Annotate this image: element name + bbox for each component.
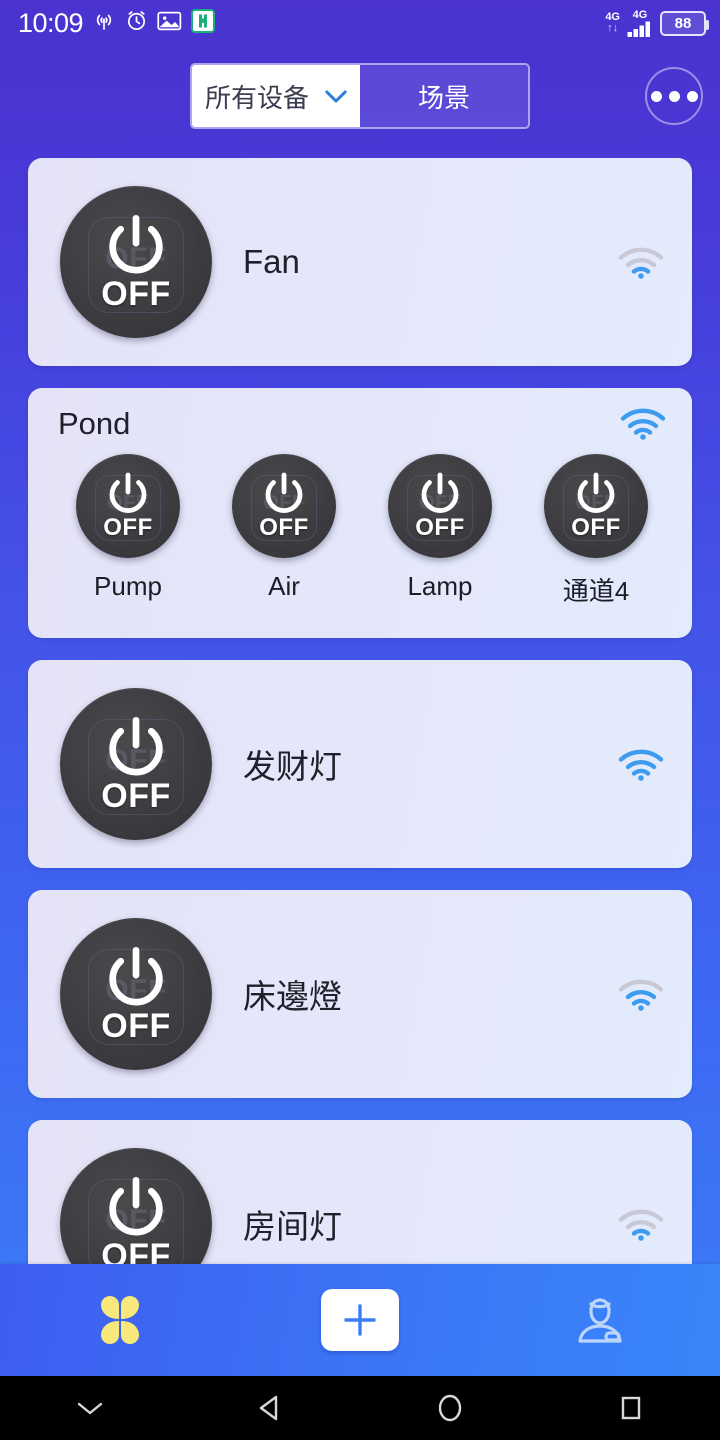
add-device-button[interactable]	[321, 1289, 399, 1351]
tab-all-devices-label: 所有设备	[204, 82, 309, 113]
network-type-icon: 4G ↑↓	[605, 12, 620, 34]
knob-state-label: OFF	[101, 275, 171, 313]
channel-label: 通道4	[562, 576, 630, 606]
power-icon	[109, 472, 147, 513]
device-name: 房间灯	[243, 1208, 342, 1245]
nav-add-button[interactable]	[280, 1275, 440, 1365]
power-icon	[109, 214, 163, 274]
power-toggle-button[interactable]: OFF OFF	[388, 454, 492, 558]
tab-scenes[interactable]: 场景	[360, 65, 528, 127]
power-icon	[109, 716, 163, 776]
alarm-icon	[125, 9, 148, 37]
battery-icon: 88	[660, 10, 709, 36]
status-bar-right: 4G ↑↓ 4G 88	[605, 8, 709, 37]
knob-state-label: OFF	[415, 514, 465, 541]
status-bar-left: 10:09	[18, 7, 216, 38]
tab-all-devices[interactable]: 所有设备	[192, 65, 360, 127]
recents-icon	[621, 1396, 641, 1420]
power-toggle-button[interactable]: OFF OFF	[76, 454, 180, 558]
power-icon	[577, 472, 615, 513]
device-name: 发财灯	[243, 748, 342, 785]
back-icon	[259, 1395, 278, 1421]
nav-home-button[interactable]	[40, 1275, 200, 1365]
chevron-down-icon	[325, 89, 347, 103]
group-header: Pond	[58, 406, 666, 442]
device-name: 床邊燈	[243, 978, 342, 1015]
device-card[interactable]: OFF OFF Fan	[28, 158, 692, 366]
channel-item[interactable]: OFF OFF Pump	[64, 454, 192, 608]
more-options-icon[interactable]	[645, 67, 703, 125]
power-toggle-button[interactable]: OFF OFF	[60, 1148, 212, 1268]
power-toggle-button[interactable]: OFF OFF	[60, 918, 212, 1070]
profile-icon	[578, 1298, 622, 1343]
device-group-card[interactable]: Pond OFF OFF Pump OFF OFF Air OFF OFF La…	[28, 388, 692, 638]
plus-icon	[344, 1304, 376, 1336]
device-card[interactable]: OFF OFF 房间灯	[28, 1120, 692, 1268]
wifi-icon	[618, 247, 664, 279]
group-name: Pond	[58, 406, 131, 441]
power-toggle-button[interactable]: OFF OFF	[60, 186, 212, 338]
channel-item[interactable]: OFF OFF Air	[220, 454, 348, 608]
knob-state-label: OFF	[571, 514, 621, 541]
system-navigation-bar	[0, 1376, 720, 1440]
knob-state-label: OFF	[101, 777, 171, 815]
power-icon	[421, 472, 459, 513]
network-label-2: 4G	[632, 8, 648, 21]
more-dot	[650, 90, 662, 102]
view-segment-control: 所有设备 场景	[190, 63, 530, 129]
flower-home-icon	[101, 1296, 139, 1344]
device-card[interactable]: OFF OFF 发财灯	[28, 660, 692, 868]
app-icon	[191, 8, 216, 38]
power-toggle-button[interactable]: OFF OFF	[544, 454, 648, 558]
power-toggle-button[interactable]: OFF OFF	[232, 454, 336, 558]
screenshot-icon	[157, 10, 182, 37]
back-button[interactable]	[180, 1391, 360, 1425]
hide-keyboard-button[interactable]	[0, 1399, 180, 1417]
power-icon	[265, 472, 303, 513]
power-icon	[109, 946, 163, 1006]
home-button[interactable]	[360, 1390, 540, 1426]
battery-percent: 88	[674, 14, 692, 32]
knob-state-label: OFF	[259, 514, 309, 541]
hotspot-icon	[92, 9, 116, 38]
app-screen: 10:09 4G ↑↓ 4G 88 所有设备 场景 OFF OFF Fan Po…	[0, 0, 720, 1440]
signal-bars-icon: 4G	[627, 8, 653, 37]
channel-label: Lamp	[407, 571, 473, 601]
status-bar: 10:09 4G ↑↓ 4G 88	[0, 0, 720, 46]
channel-label: Pump	[94, 571, 162, 601]
more-dot	[686, 90, 698, 102]
status-time: 10:09	[18, 7, 84, 38]
nav-profile-button[interactable]	[520, 1275, 680, 1365]
home-icon	[438, 1394, 462, 1422]
channel-item[interactable]: OFF OFF 通道4	[532, 454, 660, 608]
device-list[interactable]: OFF OFF Fan Pond OFF OFF Pump OFF OFF Ai…	[0, 158, 720, 1268]
device-name: Fan	[243, 243, 300, 280]
wifi-icon	[620, 408, 666, 440]
recents-button[interactable]	[540, 1392, 720, 1424]
bottom-navigation-bar	[0, 1264, 720, 1376]
channel-label: Air	[268, 571, 300, 601]
top-bar: 所有设备 场景	[0, 63, 720, 129]
knob-state-label: OFF	[101, 1007, 171, 1045]
channel-row: OFF OFF Pump OFF OFF Air OFF OFF Lamp OF…	[58, 454, 666, 608]
tab-scenes-label: 场景	[417, 82, 470, 113]
power-toggle-button[interactable]: OFF OFF	[60, 688, 212, 840]
more-dot	[668, 90, 680, 102]
data-arrows-icon: ↑↓	[607, 22, 619, 34]
wifi-icon	[618, 1209, 664, 1241]
wifi-icon	[618, 979, 664, 1011]
knob-state-label: OFF	[103, 514, 153, 541]
power-icon	[109, 1176, 163, 1236]
device-card[interactable]: OFF OFF 床邊燈	[28, 890, 692, 1098]
chevron-down-icon	[77, 1402, 103, 1415]
channel-item[interactable]: OFF OFF Lamp	[376, 454, 504, 608]
wifi-icon	[618, 749, 664, 781]
